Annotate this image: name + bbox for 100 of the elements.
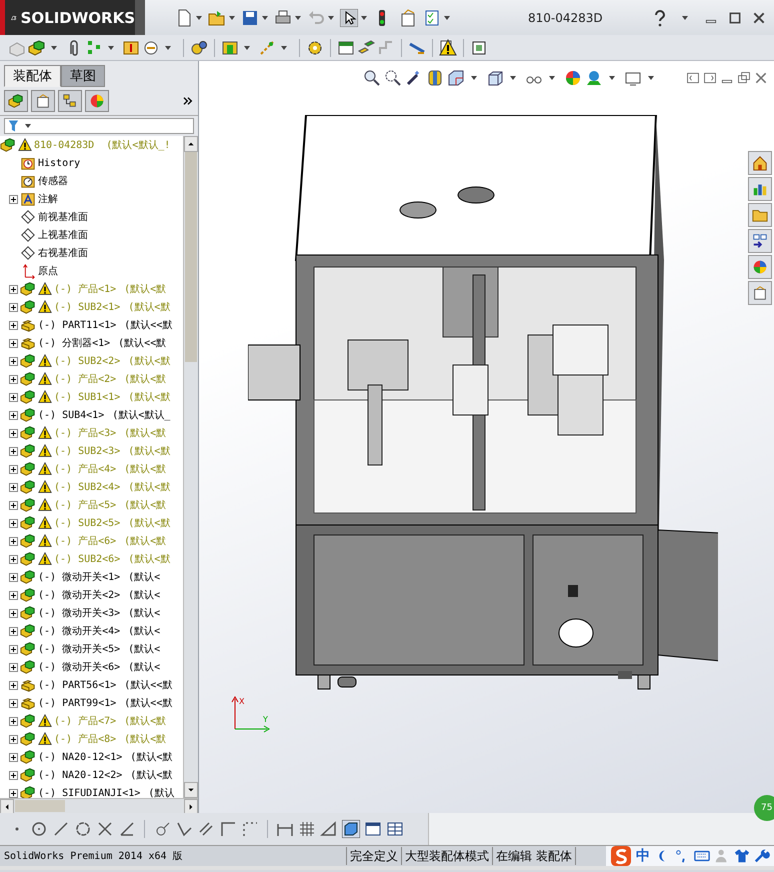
tree-item[interactable]: 上视基准面 (38, 228, 88, 242)
expand-icon[interactable] (9, 626, 18, 636)
caret-icon[interactable] (262, 16, 268, 20)
tree-item[interactable]: (-) 微动开关<6> (38, 660, 120, 674)
caret-icon[interactable] (229, 16, 235, 20)
caret-icon[interactable] (361, 16, 367, 20)
chamfer-icon[interactable] (175, 820, 193, 838)
split-left-icon[interactable] (686, 71, 700, 85)
tree-item[interactable]: 原点 (38, 264, 58, 278)
polygon-icon[interactable] (74, 820, 92, 838)
filter-field[interactable] (4, 118, 194, 134)
clipboard-icon[interactable] (35, 93, 51, 109)
close-icon[interactable] (754, 71, 768, 85)
caret-icon[interactable] (165, 46, 171, 50)
caret-icon[interactable] (510, 76, 516, 80)
expand-icon[interactable] (9, 518, 18, 528)
expand-icon[interactable] (9, 428, 18, 438)
caret-icon[interactable] (51, 46, 57, 50)
expand-icon[interactable] (9, 464, 18, 474)
gears-icon[interactable] (190, 38, 208, 56)
expand-icon[interactable] (9, 770, 18, 780)
expand-icon[interactable] (9, 644, 18, 654)
tree-item[interactable]: (-) 微动开关<5> (38, 642, 120, 656)
caret-icon[interactable] (648, 76, 654, 80)
tree-item[interactable]: (-) 产品<8> (54, 732, 116, 746)
appearance-tab[interactable] (85, 90, 109, 112)
color-ball-icon[interactable] (89, 93, 105, 109)
tree-item[interactable]: (-) PART99<1> (38, 698, 116, 708)
caret-icon[interactable] (682, 16, 688, 20)
triangle-ruler-icon[interactable] (320, 820, 338, 838)
tree-item[interactable]: 右视基准面 (38, 246, 88, 260)
expand-icon[interactable] (9, 410, 18, 420)
folder-icon[interactable] (752, 207, 768, 223)
tree-item[interactable]: (-) 产品<4> (54, 462, 116, 476)
zoom-area-icon[interactable] (384, 69, 402, 87)
expand-icon[interactable] (9, 284, 18, 294)
expand-icon[interactable] (9, 536, 18, 546)
open-folder-icon[interactable] (208, 8, 226, 26)
assembly-icon[interactable] (8, 93, 24, 109)
select-pointer-icon[interactable] (340, 8, 358, 26)
panel-tab[interactable]: 装配体 (4, 65, 61, 87)
tree-item[interactable]: (-) SUB1<1> (54, 392, 120, 402)
caret-icon[interactable] (108, 46, 114, 50)
tree-item[interactable]: (-) NA20-12<2> (38, 770, 122, 780)
tree-item[interactable]: 注解 (38, 192, 58, 206)
bill-of-materials-icon[interactable] (337, 38, 355, 56)
chevron-right-icon[interactable] (182, 95, 194, 107)
task-pane-tab[interactable] (748, 177, 772, 201)
task-pane-tab[interactable] (748, 229, 772, 253)
tree-item[interactable]: 810-04283D (34, 140, 94, 150)
expand-icon[interactable] (9, 608, 18, 618)
clipboard-icon[interactable] (752, 285, 768, 301)
tree-item[interactable]: History (38, 158, 80, 168)
tree-item[interactable]: (-) PART56<1> (38, 680, 116, 690)
assembly-warning-icon[interactable] (439, 38, 457, 56)
caret-icon[interactable] (196, 16, 202, 20)
save-icon[interactable] (241, 8, 259, 26)
maximize-icon[interactable] (728, 10, 742, 24)
gear-icon[interactable] (306, 38, 324, 56)
tree-item[interactable]: 前视基准面 (38, 210, 88, 224)
expand-icon[interactable] (9, 392, 18, 402)
exploded-view-icon[interactable] (357, 38, 375, 56)
circle-icon[interactable] (30, 820, 48, 838)
appearance-ball-icon[interactable] (564, 69, 582, 87)
ime-logo-icon[interactable] (610, 846, 632, 866)
tree-item[interactable]: (-) PART11<1> (38, 320, 116, 330)
task-pane-tab[interactable] (748, 151, 772, 175)
scroll-down-icon[interactable] (187, 786, 195, 794)
tree-item[interactable]: (-) SUB2<6> (54, 554, 120, 564)
tree-item[interactable]: (-) SUB2<3> (54, 446, 120, 456)
tree-item[interactable]: (-) SUB2<4> (54, 482, 120, 492)
assembly-feature-icon[interactable] (221, 38, 239, 56)
expand-icon[interactable] (9, 590, 18, 600)
horizontal-scrollbar[interactable] (0, 798, 198, 813)
expand-icon[interactable] (9, 500, 18, 510)
expand-icon[interactable] (9, 662, 18, 672)
panel-tab[interactable]: 草图 (61, 65, 105, 87)
checklist-icon[interactable] (423, 8, 441, 26)
home-icon[interactable] (752, 155, 768, 171)
expand-icon[interactable] (9, 788, 18, 798)
configuration-manager-tab[interactable] (58, 90, 82, 112)
caret-icon[interactable] (244, 46, 250, 50)
tree-item[interactable]: (-) 分割器<1> (38, 336, 110, 350)
feature-manager-tab[interactable] (4, 90, 28, 112)
shirt-icon[interactable] (734, 848, 750, 864)
expand-icon[interactable] (9, 716, 18, 726)
tree-item[interactable]: (-) 产品<7> (54, 714, 116, 728)
expand-icon[interactable] (9, 572, 18, 582)
caret-icon[interactable] (295, 16, 301, 20)
expand-icon[interactable] (9, 194, 18, 204)
restore-icon[interactable] (737, 71, 751, 85)
move-component-icon[interactable] (142, 38, 160, 56)
tree-item[interactable]: (-) NA20-12<1> (38, 752, 122, 762)
expand-icon[interactable] (9, 698, 18, 708)
task-pane-tab[interactable] (748, 281, 772, 305)
ime-mode[interactable]: 中 (636, 847, 650, 865)
shaded-cube-icon[interactable] (342, 820, 360, 838)
scroll-left-icon[interactable] (3, 803, 11, 811)
scene-icon[interactable] (585, 69, 603, 87)
tree-item[interactable]: (-) 微动开关<3> (38, 606, 120, 620)
